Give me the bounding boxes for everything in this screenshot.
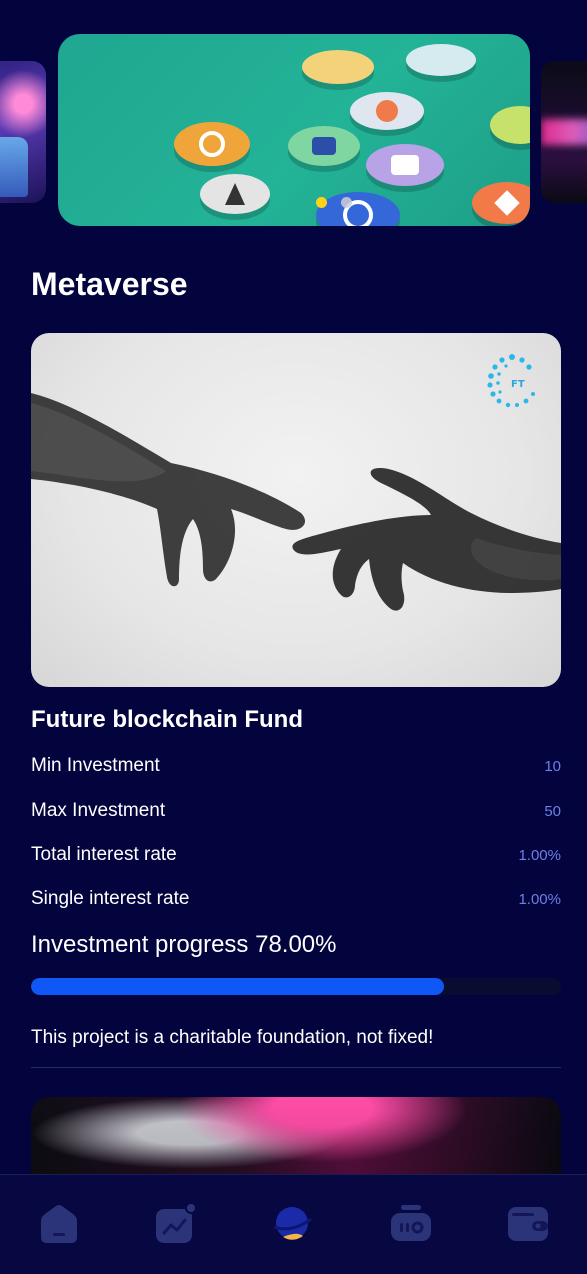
max-investment-label: Max Investment [31, 800, 166, 821]
fund-card-image[interactable]: FT [31, 333, 561, 687]
logo-text: FT [511, 379, 525, 390]
coin-icon [472, 182, 530, 224]
carousel-indicator [316, 197, 352, 208]
total-interest-rate-value: 1.00% [518, 846, 561, 864]
nav-orders[interactable] [381, 1203, 441, 1263]
single-interest-rate-label: Single interest rate [31, 888, 190, 909]
banner-slide-current[interactable] [58, 34, 530, 226]
coin-icon [406, 44, 476, 76]
nav-explore[interactable] [263, 1203, 323, 1263]
investment-progress-fill [31, 978, 445, 995]
carousel-dot-active[interactable] [316, 197, 327, 208]
banner-slide-previous[interactable] [0, 61, 46, 203]
bitcoin-coin-icon [174, 122, 250, 166]
chart-icon [156, 1203, 198, 1243]
fund-title: Future blockchain Fund [31, 706, 304, 733]
planet-icon [273, 1207, 313, 1240]
min-investment-row: Min Investment 10 [31, 755, 561, 777]
coin-icon [302, 50, 374, 84]
coin-icon [288, 126, 360, 166]
fund-note: This project is a charitable foundation,… [31, 1027, 434, 1048]
banner-carousel[interactable] [0, 34, 587, 226]
bottom-navigation [0, 1174, 587, 1274]
investment-progress-label: Investment progress 78.00% [31, 931, 337, 958]
ethereum-coin-icon [200, 174, 270, 214]
total-interest-rate-row: Total interest rate 1.00% [31, 844, 561, 866]
nav-home[interactable] [29, 1203, 89, 1263]
nav-market[interactable] [146, 1203, 206, 1263]
max-investment-value: 50 [544, 802, 561, 820]
investment-progress-bar [31, 978, 561, 995]
hands-illustration [31, 393, 561, 611]
single-interest-rate-row: Single interest rate 1.00% [31, 888, 561, 910]
min-investment-label: Min Investment [31, 755, 160, 776]
min-investment-value: 10 [544, 757, 561, 775]
section-title: Metaverse [31, 266, 188, 302]
banner-slide-next[interactable] [541, 61, 587, 203]
app-page: Metaverse FT Future blockchain Fund Min … [0, 0, 587, 1274]
coin-icon [490, 106, 530, 144]
nav-wallet[interactable] [498, 1203, 558, 1263]
divider [31, 1067, 561, 1068]
coin-icon [350, 92, 424, 130]
wallet-icon [508, 1207, 549, 1241]
ticket-icon [390, 1205, 431, 1241]
max-investment-row: Max Investment 50 [31, 800, 561, 822]
single-interest-rate-value: 1.00% [518, 890, 561, 908]
total-interest-rate-label: Total interest rate [31, 844, 177, 865]
home-icon [40, 1205, 77, 1243]
carousel-dot[interactable] [341, 197, 352, 208]
coin-icon [366, 144, 444, 186]
